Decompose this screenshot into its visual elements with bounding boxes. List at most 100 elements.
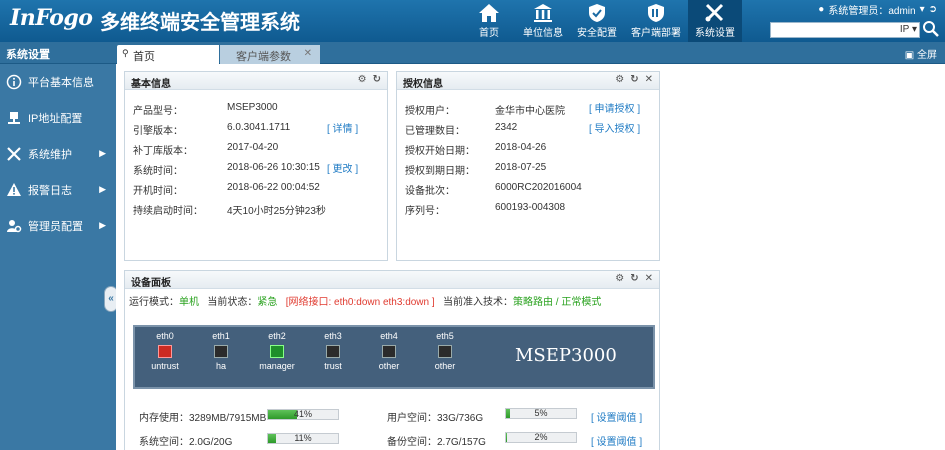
search-button[interactable] (922, 20, 942, 40)
sidebar-item-admin-config[interactable]: 管理员配置 ▶ (0, 208, 116, 244)
user-space-label: 用户空间：33G/736G (387, 413, 484, 424)
sidebar-item-alarm-log[interactable]: 报警日志 ▶ (0, 172, 116, 208)
port-role: other (434, 361, 456, 371)
port-role: untrust (151, 361, 179, 371)
device-front-panel: eth0 untrust eth1 ha eth2 manager eth3 t… (133, 325, 655, 389)
ethernet-port-icon (326, 345, 340, 358)
search-input[interactable]: IP ▾ (770, 22, 920, 38)
nav-system-settings[interactable]: 系统设置 (688, 0, 742, 42)
nav-security-config[interactable]: 安全配置 (570, 0, 624, 42)
progress-text: 41% (293, 409, 312, 419)
panel-title: 基本信息 (131, 79, 171, 90)
nav-system-settings-label: 系统设置 (695, 28, 735, 39)
port-eth4[interactable]: eth4 other (369, 331, 409, 371)
sidebar-item-platform-info[interactable]: 平台基本信息 (0, 64, 116, 100)
pin-icon: ⚲ (122, 48, 129, 58)
fullscreen-icon: ▣ (904, 50, 915, 61)
system-space-label: 系统空间：2.0G/20G (139, 437, 233, 448)
set-threshold-link[interactable]: [ 设置阈值 ] (591, 433, 642, 448)
nav-client-deploy-label: 客户端部署 (631, 28, 681, 39)
device-model-name: MSEP3000 (515, 345, 617, 366)
port-role: ha (215, 361, 226, 371)
port-eth1[interactable]: eth1 ha (201, 331, 241, 371)
nav-home[interactable]: 首页 (462, 0, 516, 42)
fullscreen-button[interactable]: ▣ 全屏 (905, 46, 937, 61)
ethernet-port-up-icon (270, 345, 284, 358)
nav-org-info[interactable]: 单位信息 (516, 0, 570, 42)
port-eth3[interactable]: eth3 trust (313, 331, 353, 371)
change-time-link[interactable]: [ 更改 ] (327, 160, 358, 175)
backup-space-label: 备份空间：2.7G/157G (387, 437, 486, 448)
port-role: trust (324, 361, 342, 371)
info-label: 授权到期日期： (405, 166, 475, 177)
nav-client-deploy[interactable]: 客户端部署 (624, 0, 688, 42)
user-space-bar: 5% (505, 408, 577, 419)
set-threshold-link[interactable]: [ 设置阈值 ] (591, 409, 642, 424)
info-value: 6000RC202016004 (495, 182, 582, 193)
close-icon[interactable]: ✕ (645, 273, 653, 284)
wrench-icon (6, 146, 22, 162)
port-eth5[interactable]: eth5 other (425, 331, 465, 371)
close-icon[interactable]: ✕ (304, 48, 312, 59)
port-name: eth0 (156, 331, 174, 341)
device-status-line: 运行模式：单机 当前状态：紧急 [网络接口: eth0:down eth3:do… (129, 293, 601, 308)
info-icon (6, 74, 22, 90)
port-eth0[interactable]: eth0 untrust (145, 331, 185, 371)
panel-tools: ⚙ ↻ (358, 74, 381, 85)
logout-icon[interactable]: ➲ (929, 4, 937, 15)
sidebar-item-ip-config[interactable]: IP地址配置 (0, 100, 116, 136)
nav-home-label: 首页 (479, 28, 499, 39)
search-icon (923, 21, 939, 37)
progress-fill (268, 434, 276, 443)
panel-tools: ⚙ ↻ ✕ (615, 74, 653, 85)
info-value: 2018-07-25 (495, 162, 547, 173)
tab-home-label: 首页 (133, 51, 155, 63)
info-value: 金华市中心医院 (495, 106, 565, 117)
search-type-value: IP (899, 24, 910, 35)
info-value: 2018-04-26 (495, 142, 547, 153)
user-menu[interactable]: ● 系统管理员：admin ▾ ➲ (818, 2, 937, 17)
progress-text: 11% (294, 433, 312, 443)
port-role: other (378, 361, 400, 371)
ethernet-port-icon (382, 345, 396, 358)
warning-icon (6, 182, 22, 198)
info-label: 持续启动时间： (133, 206, 203, 217)
port-eth2[interactable]: eth2 manager (257, 331, 297, 371)
search-type-select[interactable]: IP ▾ (900, 24, 917, 35)
deploy-shield-icon (648, 4, 664, 22)
info-value: 2018-06-26 10:30:15 (227, 162, 320, 173)
chevron-right-icon: ▶ (99, 148, 106, 158)
fullscreen-label: 全屏 (917, 50, 937, 61)
progress-fill (506, 433, 508, 442)
info-label: 授权开始日期： (405, 146, 475, 157)
tech-value: 策略路由 / 正常模式 (513, 297, 602, 308)
progress-text: 2% (534, 432, 548, 442)
panel-header: 授权信息 ⚙ ↻ ✕ (397, 72, 659, 90)
progress-text: 5% (534, 408, 548, 418)
import-license-link[interactable]: [ 导入授权 ] (589, 120, 640, 135)
close-icon[interactable]: ✕ (645, 74, 653, 85)
tab-home[interactable]: ⚲ 首页 (117, 45, 219, 64)
info-value: 600193-004308 (495, 202, 566, 213)
apply-license-link[interactable]: [ 申请授权 ] (589, 100, 640, 115)
panel-header: 设备面板 ⚙ ↻ ✕ (125, 271, 659, 289)
double-chevron-left-icon: « (108, 293, 114, 304)
port-name: eth5 (436, 331, 454, 341)
refresh-icon[interactable]: ↻ (373, 74, 381, 85)
tech-label: 当前准入技术： (443, 297, 513, 308)
brand-logo: InFogo (10, 5, 93, 31)
refresh-icon[interactable]: ↻ (630, 74, 638, 85)
info-value: 6.0.3041.1711 (227, 122, 291, 133)
sidebar-item-maintenance[interactable]: 系统维护 ▶ (0, 136, 116, 172)
settings-icon[interactable]: ⚙ (615, 74, 624, 85)
details-link[interactable]: [ 详情 ] (327, 120, 358, 135)
basic-info-panel: 基本信息 ⚙ ↻ 产品型号： MSEP3000 引擎版本： 6.0.3041.1… (124, 71, 388, 261)
chevron-right-icon: ▶ (99, 220, 106, 230)
settings-icon[interactable]: ⚙ (615, 273, 624, 284)
info-value: 4天10小时25分钟23秒 (227, 206, 326, 217)
info-value: 2018-06-22 00:04:52 (227, 182, 320, 193)
settings-icon[interactable]: ⚙ (358, 74, 367, 85)
port-name: eth3 (324, 331, 342, 341)
refresh-icon[interactable]: ↻ (630, 273, 638, 284)
tab-client-params[interactable]: 客户端参数 ✕ (220, 45, 320, 64)
